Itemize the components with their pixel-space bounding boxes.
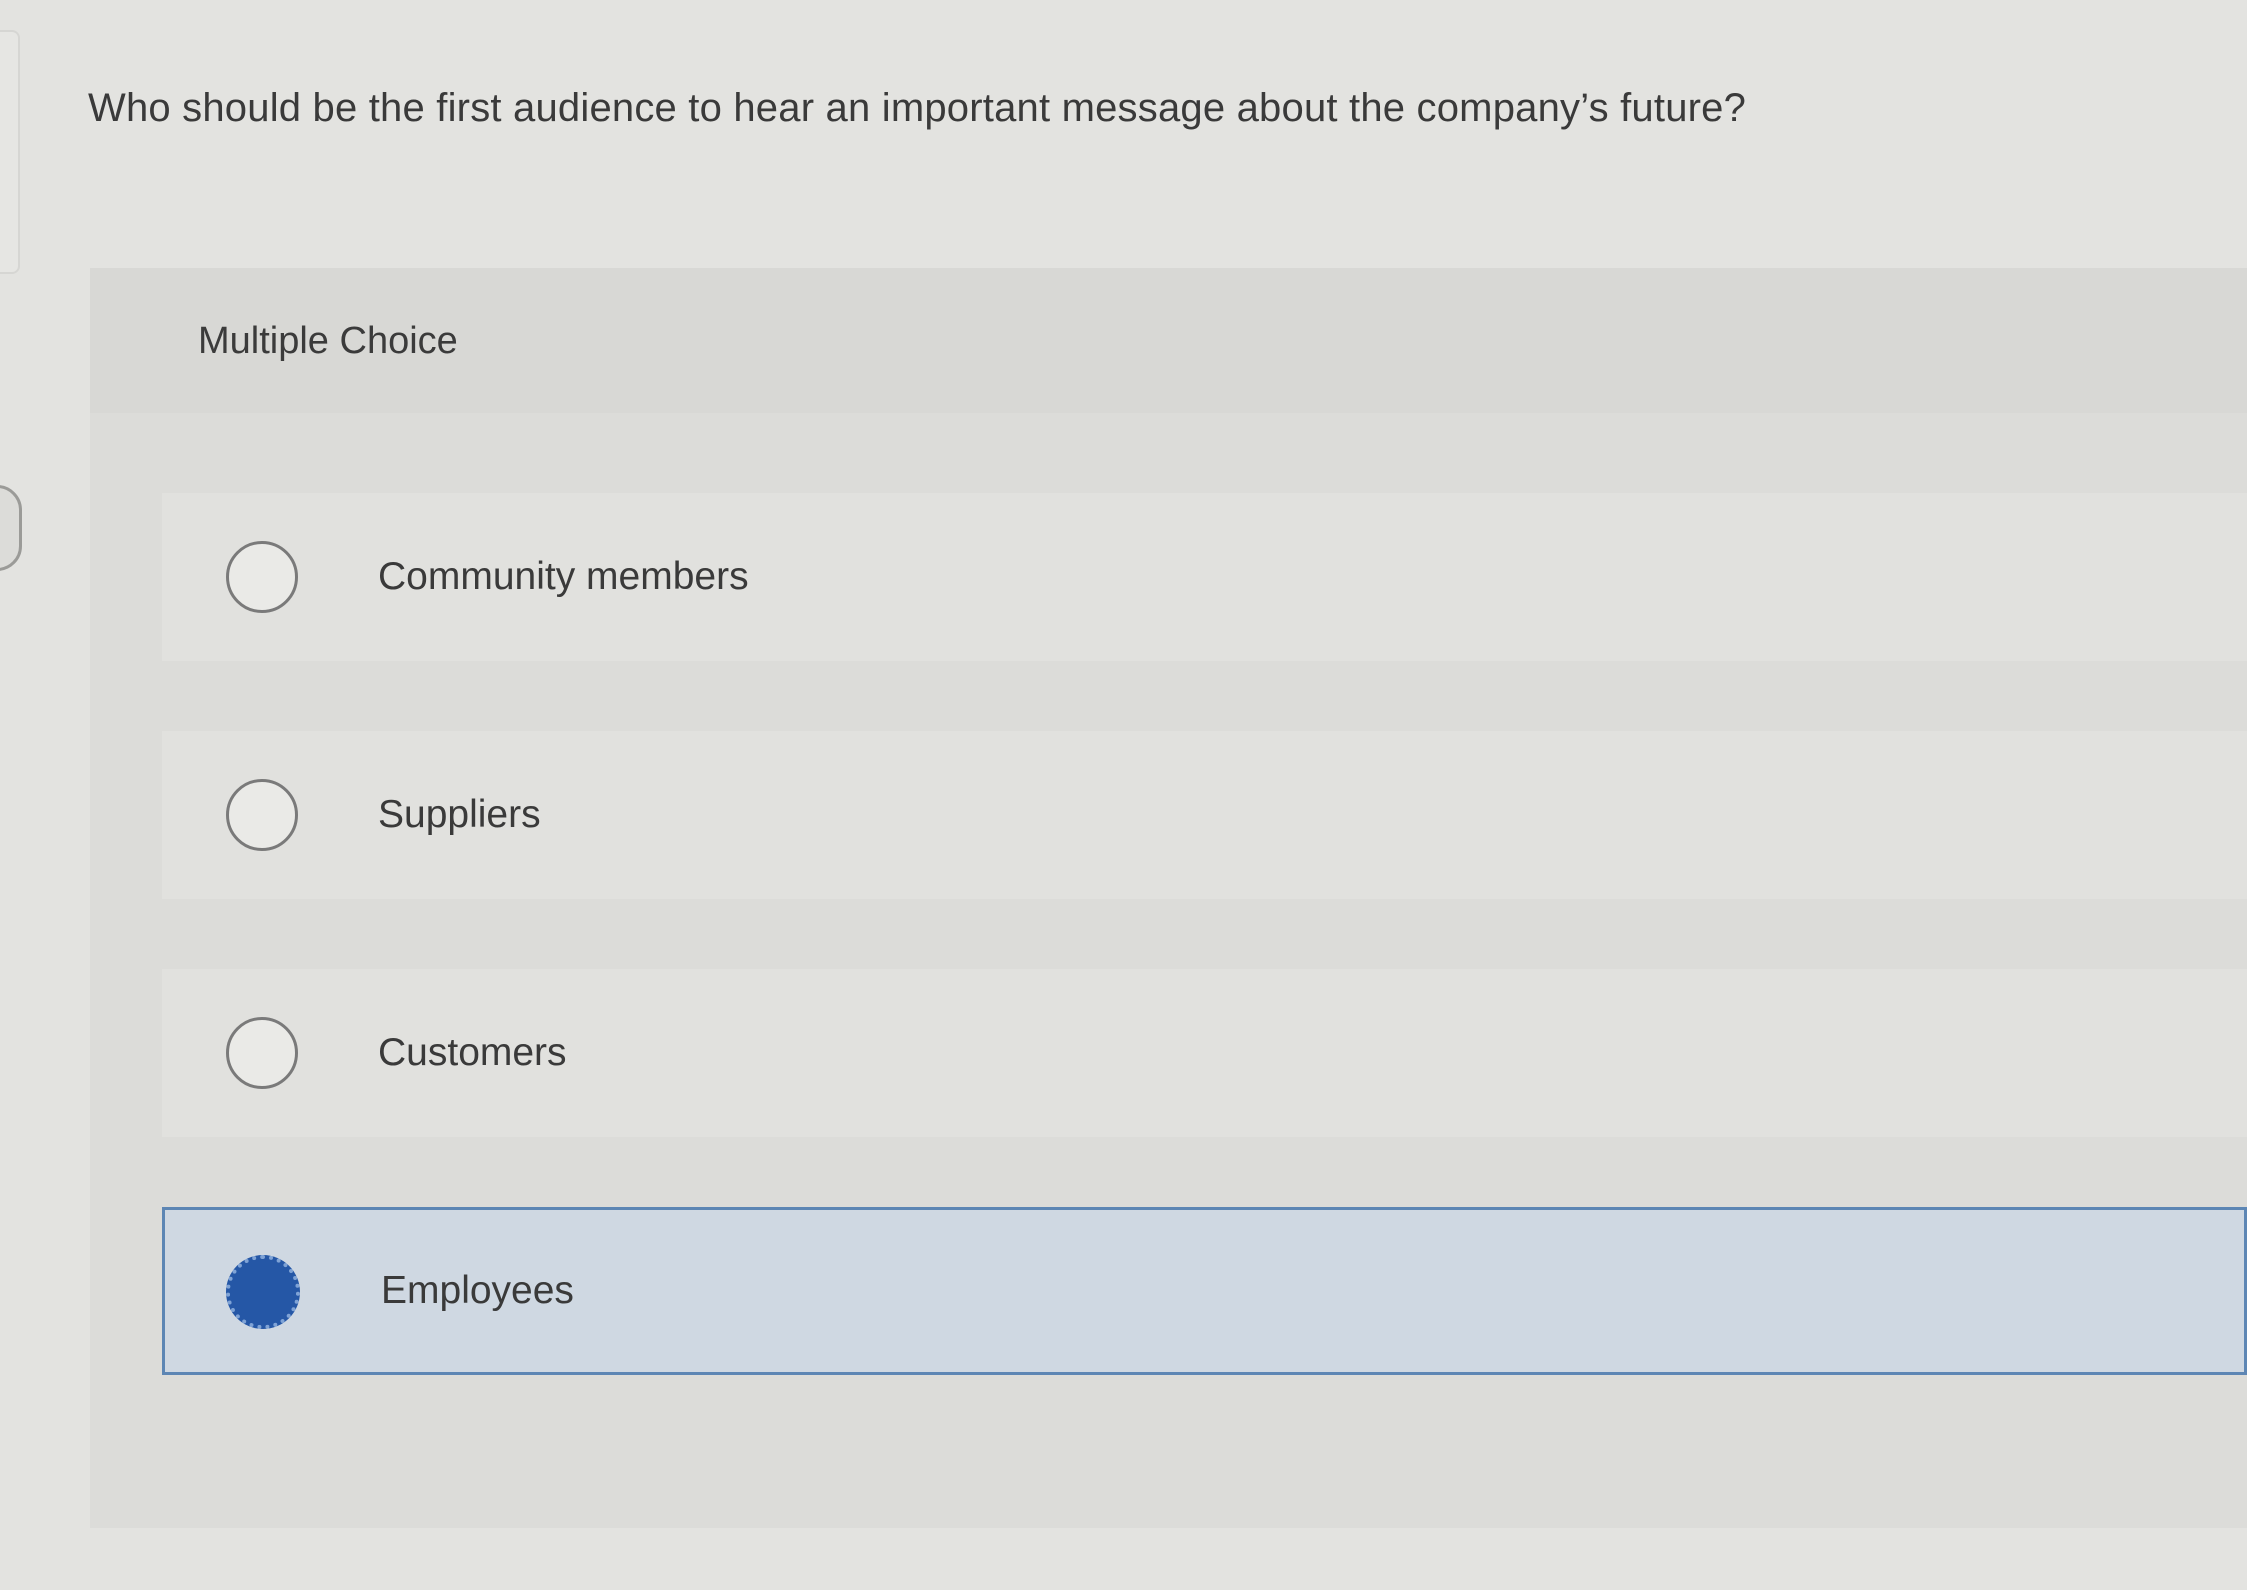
- radio-unselected-icon[interactable]: [226, 541, 298, 613]
- panel-header: Multiple Choice: [90, 268, 2247, 413]
- answer-options: Community members Suppliers Customers Em…: [162, 493, 2247, 1445]
- question-text: Who should be the first audience to hear…: [88, 86, 1747, 130]
- multiple-choice-panel: Multiple Choice Community members Suppli…: [90, 268, 2247, 1528]
- radio-unselected-icon[interactable]: [226, 779, 298, 851]
- option-label: Employees: [381, 1269, 574, 1312]
- option-label: Community members: [378, 555, 749, 598]
- option-community-members[interactable]: Community members: [162, 493, 2247, 661]
- option-label: Customers: [378, 1031, 567, 1074]
- radio-unselected-icon[interactable]: [226, 1017, 298, 1089]
- page-edge: [0, 30, 20, 274]
- option-customers[interactable]: Customers: [162, 969, 2247, 1137]
- option-employees[interactable]: Employees: [162, 1207, 2247, 1375]
- radio-selected-icon[interactable]: [226, 1255, 300, 1329]
- option-suppliers[interactable]: Suppliers: [162, 731, 2247, 899]
- option-label: Suppliers: [378, 793, 541, 836]
- panel-title: Multiple Choice: [198, 320, 458, 362]
- side-tab-handle[interactable]: [0, 485, 22, 571]
